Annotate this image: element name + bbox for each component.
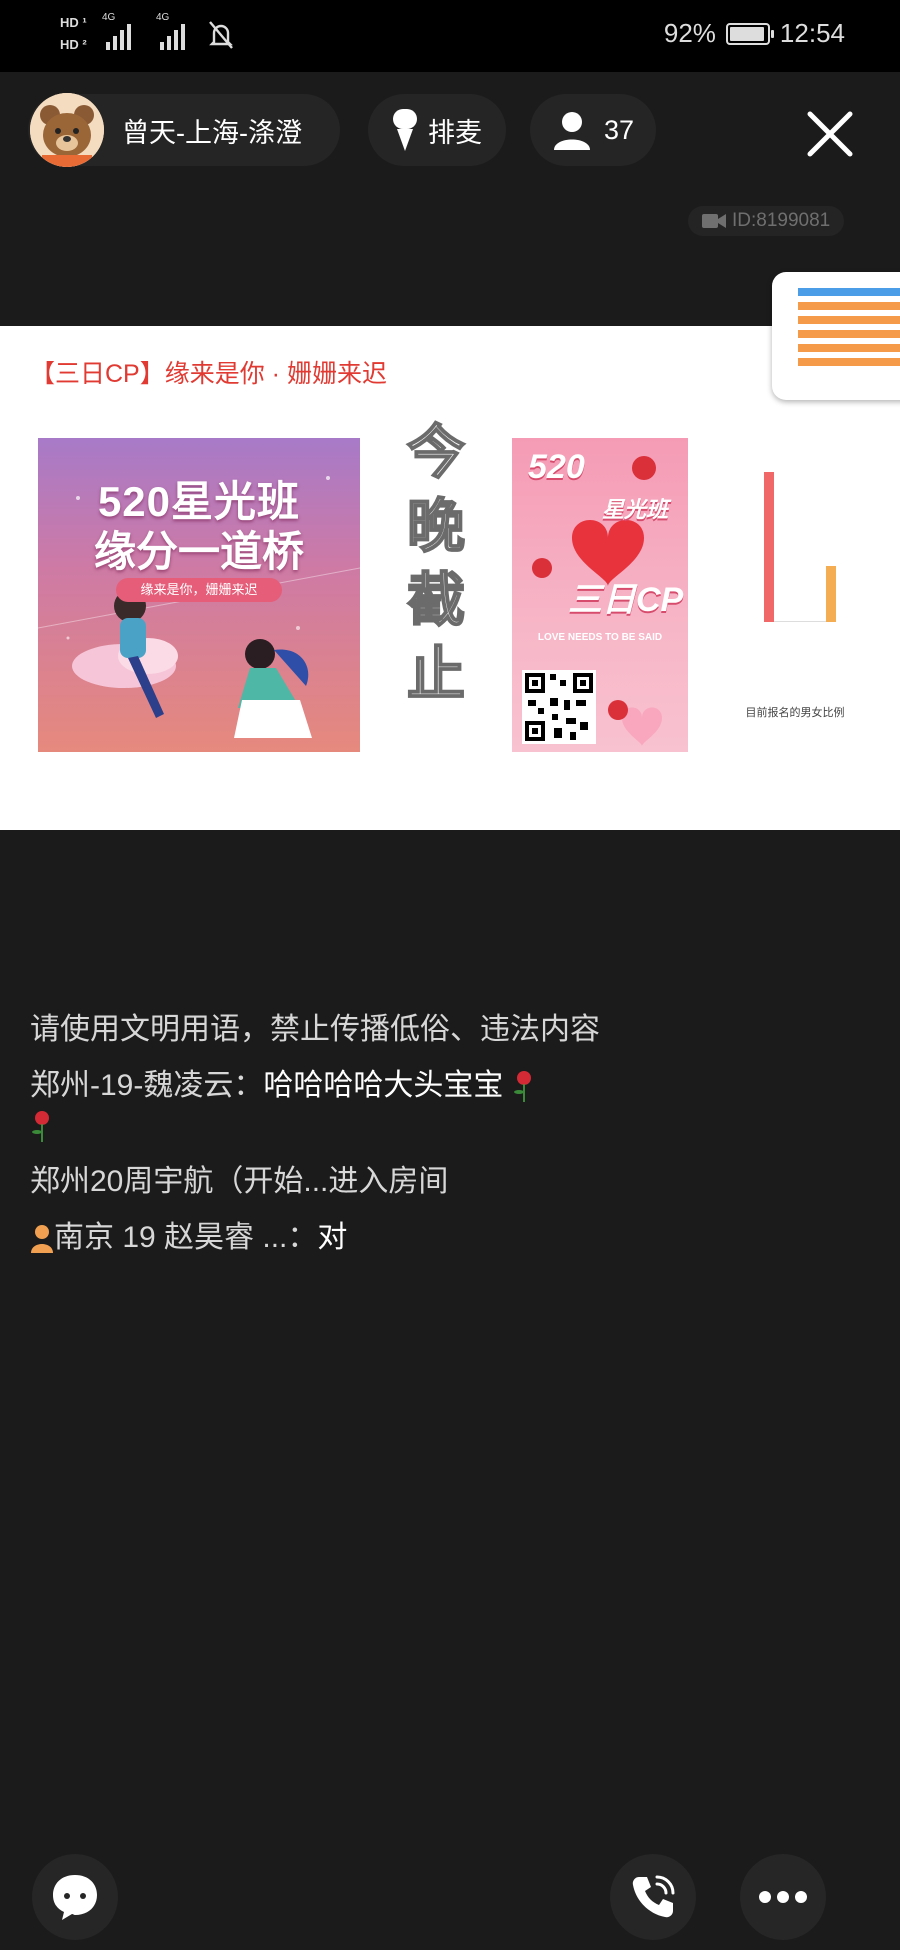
user-icon bbox=[553, 112, 590, 150]
clock: 12:54 bbox=[779, 18, 845, 48]
video-icon bbox=[702, 214, 726, 228]
event-poster: 520星光班 缘分一道桥 缘来是你，姗姗来迟 bbox=[38, 438, 360, 752]
close-icon bbox=[807, 111, 853, 157]
avatar[interactable] bbox=[30, 93, 104, 167]
poster-headline-2: 缘分一道桥 bbox=[93, 528, 304, 575]
event-banner[interactable]: 【三日CP】缘来是你 · 姗姗来迟 520星光班 缘分一道桥 缘来是你，姗姗来迟… bbox=[0, 326, 900, 830]
chat-username[interactable]: 郑州20周宇航（开始... bbox=[30, 1165, 328, 1198]
chat-message: 郑州-19-魏凌云：哈哈哈哈大头宝宝 bbox=[30, 1066, 650, 1146]
banner-title: 【三日CP】缘来是你 · 姗姗来迟 bbox=[30, 360, 387, 388]
more-icon bbox=[759, 1891, 807, 1903]
rose-icon bbox=[513, 1071, 531, 1103]
microphone-icon bbox=[393, 109, 417, 151]
online-users-button[interactable]: 37 bbox=[530, 94, 656, 166]
poster-subtitle: 缘来是你，姗姗来迟 bbox=[116, 578, 282, 602]
chat-input-button[interactable] bbox=[32, 1854, 118, 1940]
chat-text: 进入房间 bbox=[328, 1165, 449, 1198]
ratio-bar-yellow bbox=[826, 566, 836, 622]
cp-poster-title: 三日CP bbox=[568, 581, 684, 619]
hd-indicator: HD ¹ HD ² bbox=[60, 15, 87, 52]
chat-message: 南京 19 赵昊睿 ...：对 bbox=[30, 1218, 650, 1258]
chat-username[interactable]: 南京 19 赵昊睿 ...： bbox=[54, 1221, 317, 1254]
user-badge-icon bbox=[31, 1225, 53, 1254]
room-id-badge: ID:8199081 bbox=[688, 206, 845, 236]
mute-bell-icon bbox=[209, 21, 233, 49]
qr-code bbox=[522, 670, 596, 744]
signal-icon: 4G bbox=[156, 12, 185, 50]
host-profile-pill[interactable]: 曾天-上海-涤澄 bbox=[28, 93, 340, 167]
queue-button[interactable]: 排麦 bbox=[368, 94, 506, 166]
battery-icon bbox=[725, 22, 774, 45]
rose-icon bbox=[32, 1111, 49, 1143]
queue-label: 排麦 bbox=[428, 117, 482, 148]
chat-text: 对 bbox=[317, 1221, 348, 1254]
online-count: 37 bbox=[603, 114, 635, 145]
close-button[interactable] bbox=[800, 104, 860, 164]
ratio-axis bbox=[774, 621, 826, 622]
battery-percent: 92% bbox=[663, 18, 716, 48]
cp-poster-520: 520 bbox=[528, 448, 585, 486]
side-list-card[interactable] bbox=[772, 272, 900, 400]
cp-poster-slogan: LOVE NEEDS TO BE SAID bbox=[537, 632, 663, 643]
chat-text: 哈哈哈哈大头宝宝 bbox=[263, 1069, 504, 1102]
deadline-vertical-text: 今 晚 截 止 bbox=[406, 419, 466, 708]
phone-icon bbox=[632, 1875, 675, 1918]
ratio-caption: 目前报名的男女比例 bbox=[745, 707, 845, 719]
system-notice: 请使用文明用语，禁止传播低俗、违法内容 bbox=[30, 1013, 600, 1046]
cp-poster-subtitle: 星光班 bbox=[602, 497, 669, 522]
more-button[interactable] bbox=[740, 1854, 826, 1940]
chat-feed: 请使用文明用语，禁止传播低俗、违法内容 郑州-19-魏凌云：哈哈哈哈大头宝宝 郑… bbox=[30, 1010, 650, 1274]
chat-bubble-icon bbox=[53, 1875, 97, 1920]
chat-username[interactable]: 郑州-19-魏凌云： bbox=[30, 1069, 263, 1102]
chat-message: 郑州20周宇航（开始...进入房间 bbox=[30, 1162, 650, 1202]
voice-call-button[interactable] bbox=[610, 1854, 696, 1940]
cp-poster: 520 星光班 三日CP LOVE NEEDS TO BE SAID bbox=[512, 438, 688, 752]
signal-icon: 4G bbox=[102, 12, 131, 50]
host-name: 曾天-上海-涤澄 bbox=[122, 117, 302, 148]
ratio-bar-red bbox=[764, 472, 774, 622]
status-bar: HD ¹ HD ² 4G 4G 92% 12:54 bbox=[0, 0, 900, 72]
